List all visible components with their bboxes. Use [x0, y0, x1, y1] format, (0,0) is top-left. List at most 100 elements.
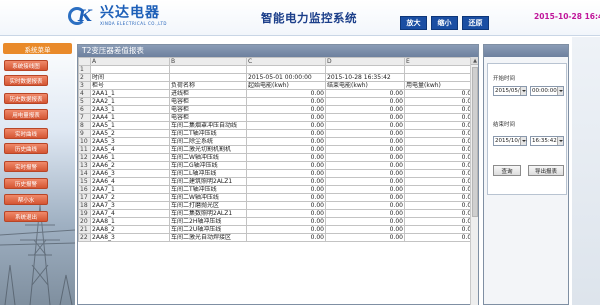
table-row: 22 2AA8_3 车间二激光自动焊接区 0.00 0.00 0.00: [78, 233, 477, 242]
cabinet-cell: 2AA5_3: [90, 137, 170, 146]
load-name-cell: 车间二G轴冲压线: [169, 161, 247, 170]
zoom-in-button[interactable]: 放大: [400, 16, 427, 30]
cabinet-cell: 2AA8_3: [90, 233, 170, 242]
cabinet-cell: 2AA6_4: [90, 177, 170, 186]
column-letter: E: [404, 57, 477, 66]
cabinet-cell: 2AA1_1: [90, 89, 170, 98]
menu-item-realtime-report[interactable]: 实时数据报表: [4, 75, 48, 86]
start-energy-cell: 0.00: [246, 217, 326, 226]
load-name-cell: 车间二2U轴冲压线: [169, 225, 247, 234]
restore-button[interactable]: 还原: [462, 16, 489, 30]
query-form: 开始时间 2015/05/01 00:00:00 结束时间 2015/10/28…: [487, 63, 567, 195]
cabinet-cell: 2AA7_4: [90, 209, 170, 218]
load-name-cell: 车间二激光切割机割机: [169, 145, 247, 154]
usage-cell: 0.00: [404, 113, 477, 122]
right-edge-strip: [572, 37, 600, 305]
menu-item-realtime-alarm[interactable]: 实时报警: [4, 161, 48, 172]
start-energy-cell: 0.00: [246, 145, 326, 154]
load-name-cell: 车间二集烟罩冲压自动线: [169, 121, 247, 130]
cabinet-cell: 2AA5_4: [90, 145, 170, 154]
menu-item-history-curve[interactable]: 历史曲线: [4, 143, 48, 154]
usage-cell: 0.00: [404, 97, 477, 106]
export-report-button[interactable]: 导出报表: [528, 165, 564, 176]
table-row: 11 2AA5_4 车间二激光切割机割机 0.00 0.00 0.00: [78, 145, 477, 154]
end-energy-cell: 0.00: [325, 129, 405, 138]
end-date-input[interactable]: 2015/10/28: [493, 136, 527, 146]
report-title: T2变压器差值报表: [78, 45, 478, 57]
datetime-clock: 2015-10-28 16:4: [534, 12, 600, 21]
usage-cell: 0.00: [404, 137, 477, 146]
usage-cell: 0.00: [404, 201, 477, 210]
load-name-cell: 车间二W轴冲压线: [169, 193, 247, 202]
menu-item-energy-report[interactable]: 用电量报表: [4, 109, 48, 120]
usage-cell: 0.00: [404, 161, 477, 170]
scroll-up-icon[interactable]: ▲: [471, 57, 478, 65]
start-time-label: 开始时间: [493, 76, 516, 82]
vertical-scrollbar[interactable]: ▲: [470, 57, 478, 305]
cabinet-cell: 2AA6_2: [90, 161, 170, 170]
end-energy-cell: 0.00: [325, 177, 405, 186]
menu-item-exit[interactable]: 系统退出: [4, 211, 48, 222]
end-energy-cell: 0.00: [325, 193, 405, 202]
row-number: 15: [78, 177, 91, 186]
load-name-cell: 车间二打磨抛光区: [169, 201, 247, 210]
start-energy-cell: 0.00: [246, 169, 326, 178]
usage-cell: [404, 73, 477, 82]
corner-cell: [78, 57, 91, 66]
end-energy-cell: 0.00: [325, 201, 405, 210]
start-energy-cell: 0.00: [246, 137, 326, 146]
menu-item-realtime-curve[interactable]: 实时曲线: [4, 128, 48, 139]
column-letter: A: [90, 57, 170, 66]
menu-item-history-report[interactable]: 历史数据报表: [4, 93, 48, 104]
start-energy-cell: 0.00: [246, 153, 326, 162]
row-number: 4: [78, 89, 91, 98]
menu-item-wiring-diagram[interactable]: 系统接线图: [4, 60, 48, 71]
table-row: 21 2AA8_2 车间二2U轴冲压线 0.00 0.00 0.00: [78, 225, 477, 234]
menu-item-history-alarm[interactable]: 历史报警: [4, 178, 48, 189]
start-energy-cell: 0.00: [246, 97, 326, 106]
table-row: 10 2AA5_3 车间二除尘系统 0.00 0.00 0.00: [78, 137, 477, 146]
zoom-out-button[interactable]: 缩小: [431, 16, 458, 30]
cabinet-cell: 柜号: [90, 81, 170, 90]
end-energy-cell: 0.00: [325, 153, 405, 162]
load-name-cell: 进线柜: [169, 89, 247, 98]
end-time-label: 结束时间: [493, 122, 516, 128]
cabinet-cell: 2AA8_1: [90, 217, 170, 226]
end-time-input[interactable]: 16:35:42: [530, 136, 564, 146]
row-number: 6: [78, 105, 91, 114]
cabinet-cell: 2AA5_1: [90, 121, 170, 130]
end-energy-cell: 0.00: [325, 105, 405, 114]
spinner-icon[interactable]: [557, 137, 563, 145]
table-row: 12 2AA6_1 车间二W轴冲压线 0.00 0.00 0.00: [78, 153, 477, 162]
start-time-input[interactable]: 00:00:00: [530, 86, 564, 96]
query-button[interactable]: 查询: [493, 165, 521, 176]
load-name-cell: 车间二建筑照明2ALZ1: [169, 177, 247, 186]
usage-cell: 用电量(kwh): [404, 81, 477, 90]
usage-cell: 0.00: [404, 129, 477, 138]
app-title: 智能电力监控系统: [261, 11, 357, 25]
table-row: 20 2AA8_1 车间二2H轴冲压线 0.00 0.00 0.00: [78, 217, 477, 226]
table-row: 19 2AA7_4 车间二集数照明2ALZ1 0.00 0.00 0.00: [78, 209, 477, 218]
menu-item-help[interactable]: 帮小水: [4, 194, 48, 205]
logo-mark-icon: K: [68, 6, 98, 26]
row-number: 21: [78, 225, 91, 234]
dropdown-icon[interactable]: [520, 137, 526, 145]
dropdown-icon[interactable]: [520, 87, 526, 95]
start-date-input[interactable]: 2015/05/01: [493, 86, 527, 96]
usage-cell: 0.00: [404, 145, 477, 154]
load-name-cell: [169, 73, 247, 82]
start-energy-cell: 0.00: [246, 201, 326, 210]
row-number: 8: [78, 121, 91, 130]
scroll-thumb[interactable]: [472, 67, 478, 217]
load-name-cell: 电容柜: [169, 113, 247, 122]
start-energy-cell: 0.00: [246, 233, 326, 242]
start-energy-cell: 0.00: [246, 121, 326, 130]
start-energy-cell: 2015-05-01 00:00:00: [246, 73, 326, 82]
row-number: 12: [78, 153, 91, 162]
logo-name-cn: 兴达电器: [100, 5, 160, 21]
start-energy-cell: 0.00: [246, 193, 326, 202]
usage-cell: 0.00: [404, 169, 477, 178]
row-number: 7: [78, 113, 91, 122]
start-energy-cell: 0.00: [246, 129, 326, 138]
spinner-icon[interactable]: [557, 87, 563, 95]
